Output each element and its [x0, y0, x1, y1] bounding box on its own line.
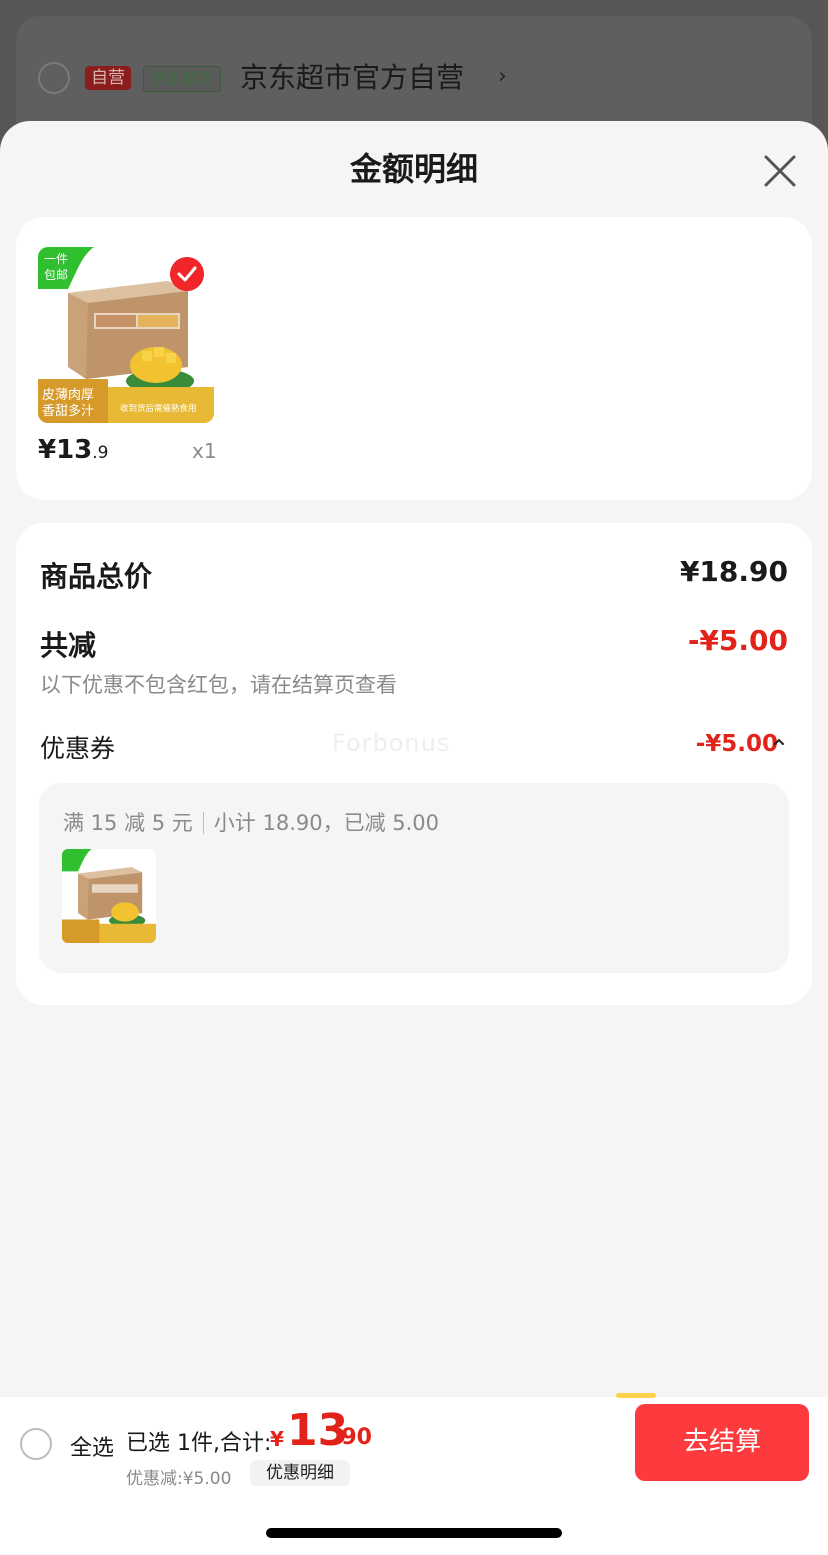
coupon-product-thumbnail: [62, 849, 156, 943]
total-reduce-value: -¥5.00: [687, 624, 788, 657]
coupon-amount[interactable]: -¥5.00: [696, 731, 778, 757]
product-card: 一件 包邮 皮薄肉厚 香甜多汁 收到货后需催熟食用 ¥13.9 x1: [16, 217, 812, 500]
red-packet-note: 以下优惠不包含红包，请在结算页查看: [40, 673, 397, 697]
total-currency: ¥: [270, 1427, 284, 1451]
chevron-right-icon: ›: [498, 64, 507, 89]
svg-text:皮薄肉厚: 皮薄肉厚: [42, 387, 94, 402]
coupon-detail-box: 满 15 减 5 元小计 18.90，已减 5.00: [39, 783, 789, 973]
price-integer: ¥13: [38, 435, 93, 465]
amount-detail-sheet: 金额明细 一件 包邮 皮薄肉厚 香甜多汁 收到货后需催熟食用 ¥13.9 x1 …: [0, 121, 828, 1555]
coupon-subtotal: 小计 18.90，已减 5.00: [213, 811, 440, 835]
svg-text:香甜多汁: 香甜多汁: [42, 403, 94, 418]
total-reduce-label: 共减: [40, 629, 97, 662]
accent-strip: [616, 1393, 656, 1398]
discount-detail-button[interactable]: 优惠明细: [250, 1460, 350, 1486]
self-operated-badge: 自营: [85, 66, 131, 90]
select-all-label[interactable]: 全选: [70, 1430, 114, 1462]
svg-text:一件: 一件: [44, 252, 68, 266]
checkout-button[interactable]: 去结算: [635, 1404, 809, 1481]
svg-text:包邮: 包邮: [44, 268, 68, 282]
price-decimal: .9: [92, 443, 109, 463]
svg-text:收到货后需催熟食用: 收到货后需催熟食用: [120, 403, 197, 413]
selected-check-icon[interactable]: [170, 257, 204, 291]
total-decimal: .90: [333, 1425, 372, 1450]
store-select-radio[interactable]: [38, 62, 70, 94]
watermark: Forbonus: [332, 729, 451, 757]
selected-count-text: 已选 1件,合计:: [126, 1431, 272, 1456]
select-all-radio[interactable]: [20, 1428, 52, 1460]
product-price: ¥13.9: [38, 435, 109, 465]
separator: [202, 812, 204, 834]
goods-total-value: ¥18.90: [679, 555, 788, 588]
sheet-title: 金额明细: [349, 150, 478, 188]
store-name[interactable]: 京东超市官方自营: [240, 60, 464, 96]
goods-total-label: 商品总价: [40, 560, 153, 593]
coupon-rule: 满 15 减 5 元小计 18.90，已减 5.00: [63, 807, 439, 837]
jd-supermarket-badge: 京东超市: [143, 66, 222, 92]
product-quantity: x1: [192, 439, 217, 463]
discount-text: 优惠减:¥5.00: [126, 1469, 232, 1489]
checkout-bar: 全选 已选 1件,合计: ¥ 13 .90 优惠减:¥5.00 优惠明细 去结算: [0, 1393, 828, 1489]
chevron-up-icon[interactable]: [772, 735, 786, 749]
coupon-condition: 满 15 减 5 元: [63, 811, 193, 835]
mango-box-image: [62, 849, 156, 943]
safe-area: [0, 1489, 828, 1555]
price-summary-card: 商品总价 ¥18.90 共减 -¥5.00 以下优惠不包含红包，请在结算页查看 …: [16, 523, 812, 1005]
home-indicator[interactable]: [266, 1528, 562, 1538]
coupon-label: 优惠券: [40, 734, 116, 763]
close-icon[interactable]: [758, 149, 802, 193]
